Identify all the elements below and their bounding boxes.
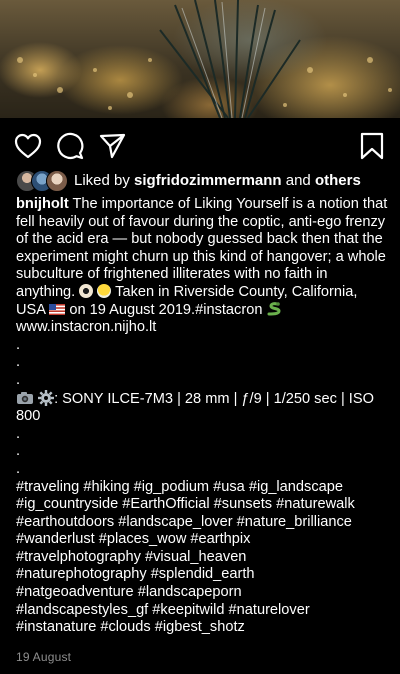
liker-avatars[interactable]	[16, 170, 68, 192]
post-date: 19 August	[16, 650, 72, 664]
separator-dot: .	[16, 425, 21, 442]
camera-info: : SONY ILCE-7M3 | 28 mm | ƒ/9 | 1/250 se…	[16, 389, 388, 426]
caption-date: on 19 August 2019.	[69, 301, 196, 318]
heart-icon	[14, 133, 42, 159]
avatar	[46, 170, 68, 192]
hashtag-line[interactable]: #naturephotography #splendid_earth	[16, 566, 388, 584]
separator-dot: .	[16, 460, 21, 477]
comment-icon	[57, 132, 84, 160]
photo-illustration	[17, 0, 392, 118]
hashtag-line[interactable]: #travelphotography #visual_heaven	[16, 549, 388, 567]
action-bar	[0, 126, 400, 166]
post-photo[interactable]	[0, 0, 400, 118]
separator-dot: .	[16, 371, 21, 388]
eye-emoji-icon	[79, 283, 94, 298]
paper-plane-icon	[99, 133, 126, 159]
liked-by-prefix: Liked by	[74, 172, 130, 189]
comment-button[interactable]	[54, 130, 86, 162]
camera-icon	[17, 391, 33, 404]
share-button[interactable]	[96, 130, 128, 162]
caption: bnijholt The importance of Liking Yourse…	[16, 196, 388, 637]
liked-by-others-link[interactable]: others	[315, 172, 361, 189]
separator-dot: .	[16, 336, 21, 353]
caption-hashtag-link[interactable]: #instacron	[195, 302, 262, 318]
caption-username[interactable]: bnijholt	[16, 196, 69, 212]
camera-settings-text: : SONY ILCE-7M3 | 28 mm | ƒ/9 | 1/250 se…	[16, 390, 374, 425]
liked-by-and: and	[285, 172, 311, 189]
liked-by-text: Liked by sigfridozimmermann and others	[74, 171, 361, 191]
like-button[interactable]	[12, 130, 44, 162]
save-button[interactable]	[356, 130, 388, 162]
hashtag-line[interactable]: #traveling #hiking #ig_podium #usa #ig_l…	[16, 479, 388, 497]
caption-website-link[interactable]: www.instacron.nijho.lt	[16, 319, 156, 335]
liked-by-user-link[interactable]: sigfridozimmermann	[134, 172, 282, 189]
hashtag-line[interactable]: #earthoutdoors #landscape_lover #nature_…	[16, 514, 388, 532]
chick-emoji-icon	[97, 283, 112, 298]
caption-paragraph: bnijholt The importance of Liking Yourse…	[16, 196, 388, 337]
hashtag-line[interactable]: #wanderlust #places_wow #earthpix	[16, 531, 388, 549]
hashtag-line[interactable]: #instanature #clouds #igbest_shotz	[16, 619, 388, 637]
gear-icon	[38, 389, 55, 406]
hashtag-line[interactable]: #landscapestyles_gf #keepitwild #naturel…	[16, 602, 388, 620]
hashtag-line[interactable]: #natgeoadventure #landscapeporn	[16, 584, 388, 602]
separator-dot: .	[16, 354, 21, 371]
us-flag-icon	[49, 303, 66, 315]
snake-emoji-icon	[267, 301, 281, 316]
bookmark-icon	[360, 132, 384, 160]
separator-dot: .	[16, 443, 21, 460]
hashtag-line[interactable]: #ig_countryside #EarthOfficial #sunsets …	[16, 496, 388, 514]
likes-row[interactable]: Liked by sigfridozimmermann and others	[16, 170, 386, 192]
